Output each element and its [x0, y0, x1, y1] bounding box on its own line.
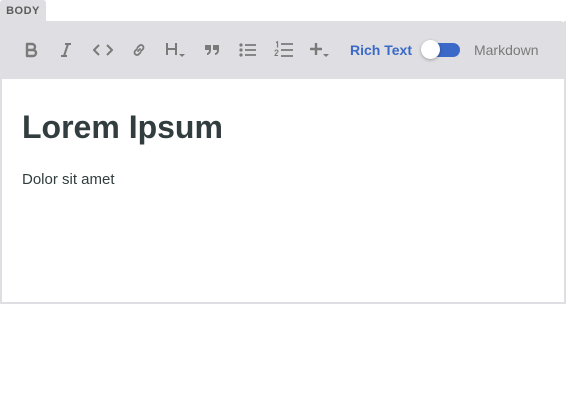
markdown-label[interactable]: Markdown — [460, 42, 547, 58]
plus-dropdown-icon — [309, 41, 331, 59]
editor-content[interactable]: Lorem Ipsum Dolor sit amet — [22, 107, 544, 190]
italic-icon — [59, 42, 73, 58]
heading-dropdown-icon — [165, 41, 187, 59]
bulleted-list-button[interactable] — [233, 36, 263, 64]
code-icon — [93, 43, 113, 57]
quote-icon — [204, 43, 220, 57]
editor-mode-toggle: Rich Text Markdown — [342, 35, 547, 65]
document-heading: Lorem Ipsum — [22, 109, 223, 145]
switch-knob — [420, 40, 440, 59]
field-label: BODY — [0, 0, 46, 21]
numbered-list-icon — [274, 41, 294, 59]
link-button[interactable] — [124, 36, 154, 64]
italic-button[interactable] — [51, 36, 81, 64]
document-paragraph: Dolor sit amet — [22, 171, 115, 188]
heading-button[interactable] — [161, 36, 191, 64]
bold-icon — [24, 42, 38, 58]
editor-toolbar: Rich Text Markdown — [0, 21, 566, 79]
mode-switch[interactable] — [420, 40, 460, 59]
link-icon — [131, 42, 147, 58]
add-button[interactable] — [305, 36, 335, 64]
numbered-list-button[interactable] — [269, 36, 299, 64]
bold-button[interactable] — [16, 36, 46, 64]
bulleted-list-icon — [239, 42, 257, 58]
code-button[interactable] — [88, 36, 118, 64]
quote-button[interactable] — [197, 36, 227, 64]
rich-text-label[interactable]: Rich Text — [342, 42, 420, 58]
